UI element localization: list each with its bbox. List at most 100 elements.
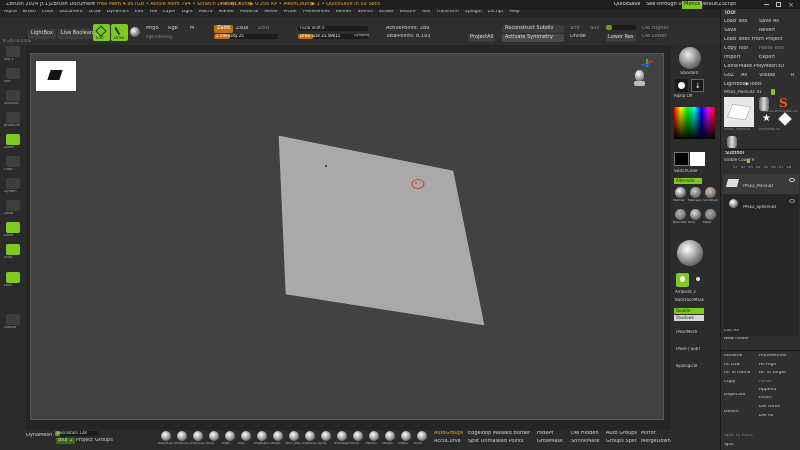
del-higher-button[interactable]: Del Higher — [642, 26, 669, 32]
subtool-item-sphere[interactable]: PM3D_Sphere3D — [723, 195, 799, 215]
list-all-button[interactable]: List All — [724, 329, 739, 334]
zbrush-logo-icon[interactable]: S — [779, 96, 788, 110]
left-tool-strip[interactable]: Strip — [3, 243, 23, 263]
project-button[interactable]: Project — [76, 438, 93, 444]
material-sphere-icon[interactable] — [130, 27, 140, 37]
project-all-button[interactable]: ProjectAll — [468, 34, 496, 42]
material-matcapg[interactable]: MatCapG — [688, 186, 703, 208]
copy-button[interactable]: Copy — [724, 380, 735, 385]
edgeloop-masked-border-button[interactable]: Edgeloop Masked Border — [468, 431, 530, 437]
del-other-button[interactable]: Del Other — [759, 405, 781, 410]
live-boolean-button[interactable]: Live Boolean — [58, 29, 97, 39]
menu-layer[interactable]: Layer — [163, 10, 176, 15]
paste-tool-button[interactable]: Paste Tool — [759, 46, 784, 52]
double-button[interactable]: Double — [674, 308, 704, 315]
menu-zscript[interactable]: Zscript — [488, 10, 504, 15]
brush-flatten[interactable]: Flatten — [366, 430, 381, 450]
left-tool-sculptui[interactable]: SculptUI — [3, 89, 23, 109]
tool-title[interactable]: Tool — [724, 10, 736, 17]
rgb-intensity[interactable]: Rgb Intensity — [146, 35, 173, 39]
menu-picker[interactable]: Picker — [284, 10, 297, 15]
menu-render[interactable]: Render — [336, 10, 352, 15]
reconstruct-subdiv-button[interactable]: Reconstruct Subdiv — [502, 25, 564, 33]
subtool-column-v3[interactable]: V3 — [748, 166, 753, 170]
material-matcap[interactable]: MatCap — [673, 186, 688, 208]
m-button[interactable]: M — [190, 26, 194, 32]
menu-brush[interactable]: Brush — [23, 10, 36, 15]
edit-button[interactable]: Edit — [93, 24, 110, 41]
brush-claybuildup[interactable]: ClayBuildup — [254, 430, 269, 450]
topological-button[interactable]: Topological — [675, 364, 697, 368]
menu-marker[interactable]: Marker — [219, 10, 235, 15]
menu-edit[interactable]: Edit — [135, 10, 144, 15]
brush-trimadaptive[interactable]: TrimAdaptive — [334, 430, 349, 450]
delete-button[interactable]: Delete — [724, 410, 739, 415]
all-to-home-button[interactable]: All To Home — [724, 371, 750, 376]
left-tool-brushctrl[interactable]: BrushCtrl — [3, 111, 23, 131]
groups-button[interactable]: Groups — [95, 438, 113, 444]
draw-button[interactable]: Draw — [111, 24, 128, 41]
subtool-column-v5[interactable]: V5 — [764, 166, 769, 170]
autoreorder-button[interactable]: AutoReorder — [759, 354, 787, 359]
sdiv-slider[interactable] — [606, 25, 636, 30]
activate-symmetry-button[interactable]: Activate Symmetry — [502, 34, 564, 42]
smt-button[interactable]: Smt — [570, 26, 580, 32]
all-to-target-button[interactable]: All To Target — [759, 371, 786, 376]
subtool-column-v6[interactable]: V6 — [771, 166, 776, 170]
left-tool-sky-3[interactable]: Sky 3 — [3, 45, 23, 65]
large-material-sphere[interactable] — [677, 240, 703, 266]
star-thumb-icon[interactable]: ★ — [762, 113, 771, 124]
subtool-title[interactable]: Subtool — [725, 151, 744, 157]
divide-button[interactable]: Divide — [570, 34, 586, 40]
cylinder-small-icon[interactable] — [727, 136, 737, 148]
menu-texture[interactable]: Texture — [399, 10, 415, 15]
subtool-column-v4[interactable]: V4 — [756, 166, 761, 170]
resolution-slider[interactable]: Resolution 128 — [55, 431, 99, 436]
minimize-icon[interactable] — [764, 4, 769, 5]
texture-thumb[interactable]: ↓ — [691, 79, 704, 92]
canvas[interactable] — [30, 53, 664, 420]
hidept-button[interactable]: HidePt — [537, 431, 553, 437]
brush-snakehook[interactable]: Snakehook — [302, 430, 317, 450]
light-bulb-button[interactable] — [676, 273, 689, 287]
menu-zplugin[interactable]: Zplugin — [465, 10, 482, 15]
rgb-button[interactable]: Rgb — [168, 26, 178, 32]
maximize-icon[interactable] — [776, 2, 781, 7]
revert-button[interactable]: Revert — [759, 28, 775, 34]
menu-file[interactable]: File — [150, 10, 158, 15]
ambient-label[interactable]: Ambient 3 — [675, 290, 696, 294]
see-through-slider[interactable]: See-through 0 — [646, 2, 682, 8]
tool-thumb-main[interactable] — [724, 97, 754, 127]
polymesh-thumb-icon[interactable] — [778, 112, 792, 126]
left-tool-zoom[interactable]: Zoom — [3, 133, 23, 153]
color-picker[interactable] — [674, 107, 715, 139]
subtool-column-v1[interactable]: V1 — [733, 166, 738, 170]
zadd-button[interactable]: Zadd — [214, 25, 233, 33]
plane-surface[interactable] — [278, 135, 485, 326]
left-tool-draw[interactable]: Draw — [3, 221, 23, 241]
left-tool-grab[interactable]: Grab — [3, 155, 23, 175]
suv-button[interactable]: Suv — [590, 26, 599, 32]
clone-button[interactable]: Clone — [724, 64, 738, 70]
dynamesh-label[interactable]: DynaMesh — [26, 433, 52, 439]
all-button[interactable]: All — [741, 73, 747, 79]
menu-document[interactable]: Document — [60, 10, 83, 15]
menu-draw[interactable]: Draw — [89, 10, 101, 15]
load-tools-from-project-button[interactable]: Load Tools From Project — [724, 37, 783, 43]
switch-color-label[interactable]: SwitchColor — [674, 169, 698, 173]
z-intensity-slider[interactable]: Z Intensity 25 — [214, 34, 278, 39]
import-button[interactable]: Import — [724, 55, 741, 61]
close-icon[interactable]: × — [788, 1, 794, 9]
backface-mask-button[interactable]: BackFaceMask — [675, 298, 704, 302]
material-basicmat[interactable]: BasicMat — [673, 208, 688, 230]
groups-split-button[interactable]: Groups Split — [606, 439, 637, 445]
menu-alpha[interactable]: Alpha — [4, 10, 17, 15]
light-pin-icon[interactable] — [696, 277, 700, 281]
duplicate-button[interactable]: Duplicate — [724, 393, 745, 398]
copy-tool-button[interactable]: Copy Tool — [724, 46, 748, 52]
split-to-parts-button[interactable]: Split To Parts — [724, 434, 753, 439]
menu-tool[interactable]: Tool — [422, 10, 431, 15]
del-all-button[interactable]: Del All — [759, 414, 774, 419]
load-tool-button[interactable]: Load Tool — [724, 19, 747, 25]
goz-button[interactable]: GoZ — [724, 73, 734, 79]
